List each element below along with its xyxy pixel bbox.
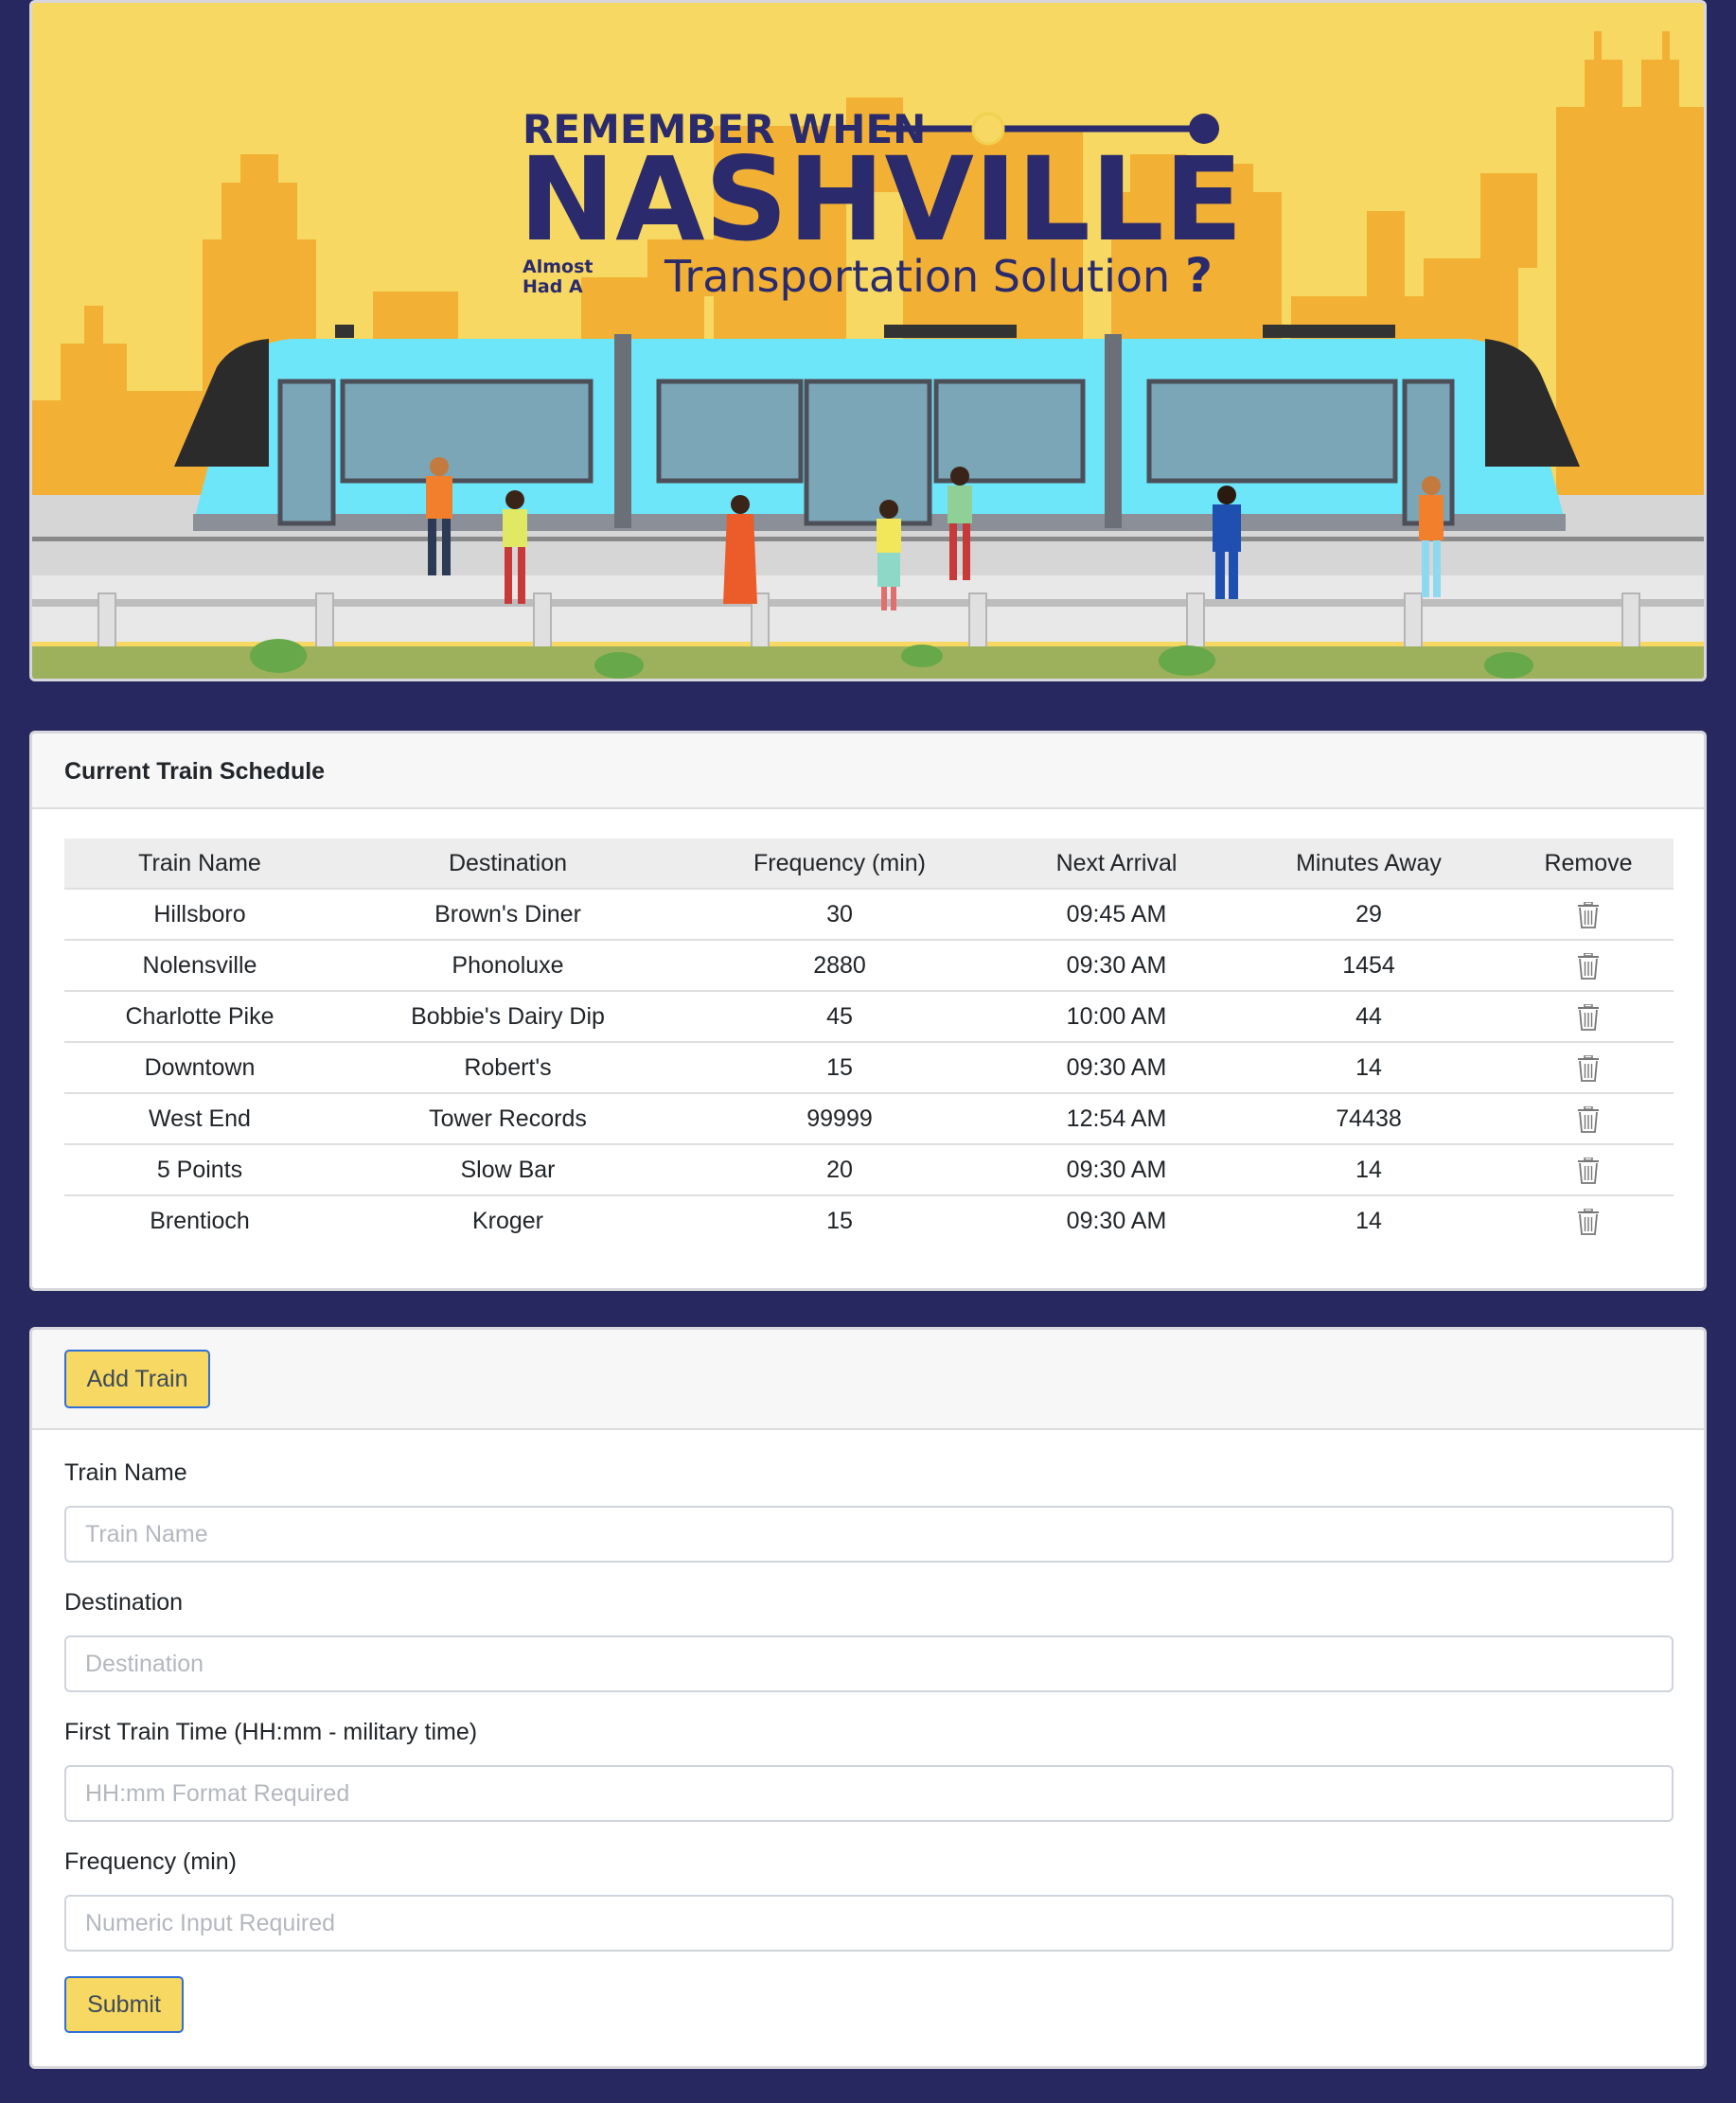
add-train-card: Add Train Train Name Destination First T… (29, 1327, 1707, 2069)
minutes-away-cell: 29 (1234, 888, 1503, 940)
column-header-minutes-away: Minutes Away (1234, 839, 1503, 889)
destination-input[interactable] (64, 1635, 1674, 1692)
frequency-cell: 15 (681, 1194, 999, 1246)
next-arrival-cell: 09:30 AM (999, 939, 1234, 991)
trash-icon[interactable] (1578, 1208, 1599, 1235)
minutes-away-cell: 14 (1234, 1194, 1503, 1246)
remove-cell (1503, 1194, 1674, 1246)
remove-cell (1503, 1092, 1674, 1144)
frequency-cell: 99999 (681, 1092, 999, 1144)
next-arrival-cell: 09:30 AM (999, 1041, 1234, 1093)
destination-cell: Brown's Diner (335, 888, 681, 940)
train-name-cell: Charlotte Pike (64, 990, 335, 1042)
table-row: Nolensville Phonoluxe 2880 09:30 AM 1454 (64, 939, 1674, 991)
column-header-destination: Destination (335, 839, 681, 889)
trash-icon[interactable] (1578, 1003, 1599, 1031)
minutes-away-cell: 1454 (1234, 939, 1503, 991)
table-header-row: Train Name Destination Frequency (min) N… (64, 839, 1674, 889)
first-train-time-input[interactable] (64, 1765, 1674, 1822)
next-arrival-cell: 09:45 AM (999, 888, 1234, 940)
schedule-title: Current Train Schedule (64, 758, 326, 785)
minutes-away-cell: 14 (1234, 1041, 1503, 1093)
frequency-cell: 30 (681, 888, 999, 940)
table-row: West End Tower Records 99999 12:54 AM 74438 (64, 1092, 1674, 1144)
train-name-cell: Downtown (64, 1041, 335, 1093)
add-train-card-header: Add Train (32, 1330, 1704, 1430)
column-header-remove: Remove (1503, 839, 1674, 889)
next-arrival-cell: 10:00 AM (999, 990, 1234, 1042)
trash-icon[interactable] (1578, 901, 1599, 928)
banner-image: REMEMBER WHEN NASHVILLE Almost Had A Tra… (29, 0, 1707, 681)
destination-cell: Tower Records (335, 1092, 681, 1144)
trash-icon[interactable] (1578, 1157, 1599, 1184)
train-name-cell: 5 Points (64, 1143, 335, 1195)
table-row: Downtown Robert's 15 09:30 AM 14 (64, 1041, 1674, 1093)
remove-cell (1503, 939, 1674, 991)
schedule-card-header: Current Train Schedule (32, 733, 1704, 809)
frequency-cell: 45 (681, 990, 999, 1042)
minutes-away-cell: 74438 (1234, 1092, 1503, 1144)
schedule-card: Current Train Schedule Train Name Destin… (29, 731, 1707, 1291)
destination-cell: Slow Bar (335, 1143, 681, 1195)
table-row: 5 Points Slow Bar 20 09:30 AM 14 (64, 1143, 1674, 1195)
remove-cell (1503, 990, 1674, 1042)
frequency-cell: 15 (681, 1041, 999, 1093)
banner-line3: Transportation Solution (664, 251, 1170, 302)
next-arrival-cell: 09:30 AM (999, 1194, 1234, 1246)
trash-icon[interactable] (1578, 952, 1599, 980)
schedule-table-body: Hillsboro Brown's Diner 30 09:45 AM 29 Nolens… (64, 888, 1674, 1246)
train-name-cell: West End (64, 1092, 335, 1144)
frequency-label: Frequency (min) (64, 1848, 237, 1875)
schedule-table: Train Name Destination Frequency (min) N… (64, 839, 1674, 1246)
add-train-button[interactable]: Add Train (64, 1350, 210, 1408)
minutes-away-cell: 14 (1234, 1143, 1503, 1195)
table-row: Brentioch Kroger 15 09:30 AM 14 (64, 1194, 1674, 1246)
table-row: Hillsboro Brown's Diner 30 09:45 AM 29 (64, 888, 1674, 940)
column-header-frequency: Frequency (min) (681, 839, 999, 889)
banner-small-a: Almost (523, 256, 593, 277)
destination-label: Destination (64, 1589, 184, 1616)
banner-small-b: Had A (523, 276, 583, 297)
remove-cell (1503, 1041, 1674, 1093)
banner-line2: NASHVILLE (519, 133, 1243, 267)
destination-cell: Kroger (335, 1194, 681, 1246)
table-row: Charlotte Pike Bobbie's Dairy Dip 45 10:00 … (64, 990, 1674, 1042)
train-name-cell: Brentioch (64, 1194, 335, 1246)
trash-icon[interactable] (1578, 1054, 1599, 1082)
remove-cell (1503, 1143, 1674, 1195)
remove-cell (1503, 888, 1674, 940)
train-name-label: Train Name (64, 1459, 187, 1486)
banner-illustration: REMEMBER WHEN NASHVILLE Almost Had A Tra… (32, 3, 1704, 679)
next-arrival-cell: 09:30 AM (999, 1143, 1234, 1195)
column-header-train-name: Train Name (64, 839, 335, 889)
destination-cell: Phonoluxe (335, 939, 681, 991)
frequency-input[interactable] (64, 1895, 1674, 1952)
train-name-cell: Nolensville (64, 939, 335, 991)
minutes-away-cell: 44 (1234, 990, 1503, 1042)
destination-cell: Robert's (335, 1041, 681, 1093)
trash-icon[interactable] (1578, 1105, 1599, 1133)
column-header-next-arrival: Next Arrival (999, 839, 1234, 889)
frequency-cell: 2880 (681, 939, 999, 991)
tram (174, 325, 1580, 531)
train-name-input[interactable] (64, 1506, 1674, 1563)
next-arrival-cell: 12:54 AM (999, 1092, 1234, 1144)
destination-cell: Bobbie's Dairy Dip (335, 990, 681, 1042)
banner-question-mark: ? (1185, 248, 1213, 303)
train-name-cell: Hillsboro (64, 888, 335, 940)
submit-button[interactable]: Submit (64, 1976, 184, 2033)
frequency-cell: 20 (681, 1143, 999, 1195)
first-train-time-label: First Train Time (HH:mm - military time) (64, 1719, 478, 1745)
